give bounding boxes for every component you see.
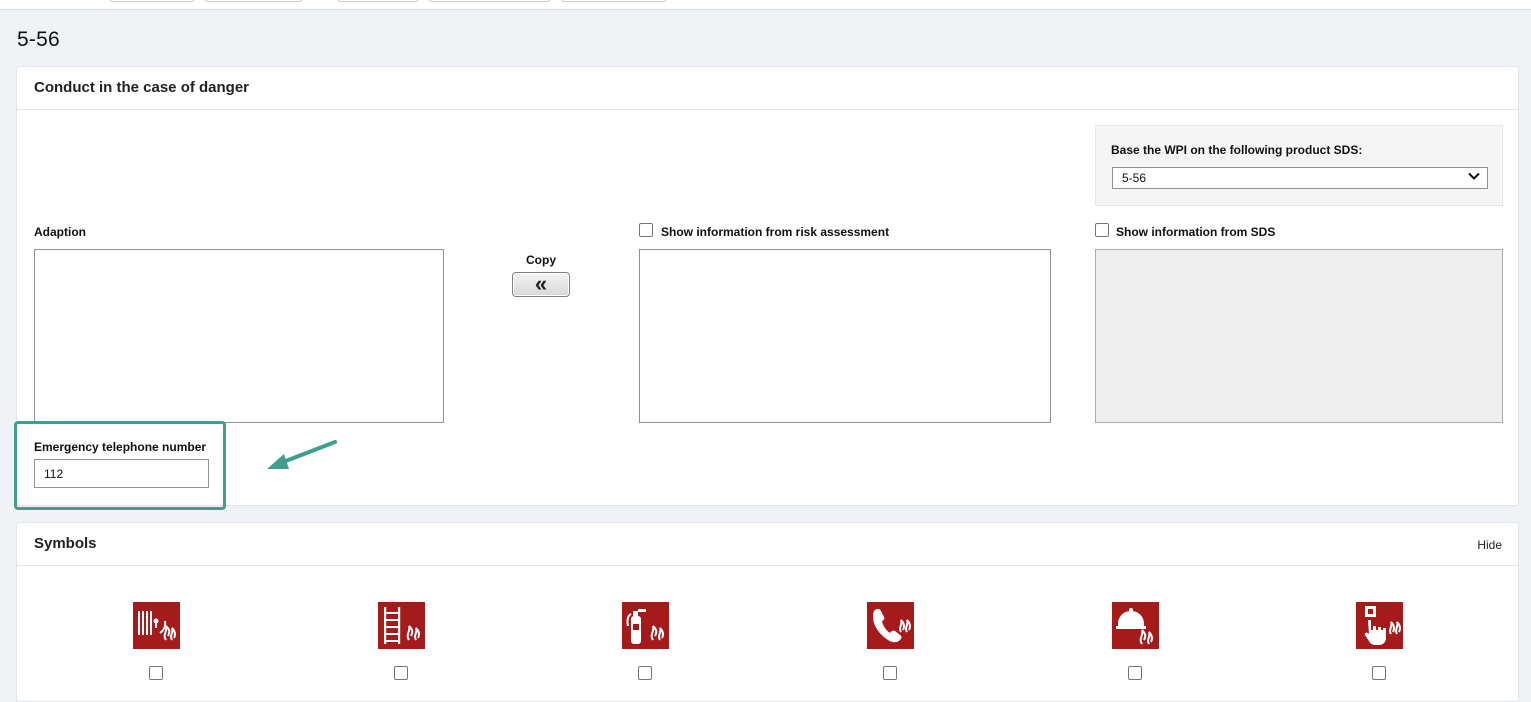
fire-hose-icon[interactable] (133, 602, 180, 649)
sds-selector-label: Base the WPI on the following product SD… (1111, 143, 1363, 157)
fire-ladder-icon[interactable] (378, 602, 425, 649)
symbol-checkbox-fire-extinguisher[interactable] (638, 666, 652, 680)
symbols-card: Symbols Hide (16, 522, 1519, 702)
symbol-checkbox-call-point[interactable] (1372, 666, 1386, 680)
sds-select-value: 5-56 (1122, 171, 1147, 185)
adaption-label: Adaption (34, 225, 86, 239)
toolbar-button[interactable] (337, 0, 419, 2)
sds-selector-panel: Base the WPI on the following product SD… (1095, 125, 1503, 206)
emergency-phone-label: Emergency telephone number (34, 440, 207, 454)
risk-assessment-textarea[interactable] (639, 249, 1051, 423)
toolbar-button[interactable] (428, 0, 551, 2)
toolbar-button[interactable] (109, 0, 195, 2)
symbol-checkbox-fire-hose[interactable] (149, 666, 163, 680)
top-toolbar (0, 0, 1531, 10)
copy-label: Copy (526, 253, 556, 267)
annotation-arrow-icon (267, 440, 337, 469)
symbols-card-header: Symbols Hide (17, 523, 1518, 566)
chevron-down-icon (1468, 172, 1480, 180)
sds-info-checkbox[interactable] (1095, 223, 1109, 237)
danger-card-title: Conduct in the case of danger (34, 79, 250, 96)
double-chevron-left-icon: « (534, 271, 548, 296)
sds-select[interactable]: 5-56 (1112, 167, 1488, 189)
symbol-checkbox-alarm-bell[interactable] (1128, 666, 1142, 680)
page-title: 5-56 (17, 28, 60, 51)
risk-assessment-checkbox[interactable] (639, 223, 653, 237)
danger-card-header: Conduct in the case of danger (17, 67, 1518, 110)
hide-symbols-link[interactable]: Hide (1477, 538, 1502, 552)
fire-alarm-bell-icon[interactable] (1112, 602, 1159, 649)
copy-button[interactable]: « (512, 272, 570, 297)
fire-emergency-phone-icon[interactable] (867, 602, 914, 649)
fire-alarm-call-point-icon[interactable] (1356, 602, 1403, 649)
danger-card: Conduct in the case of danger Base the W… (16, 66, 1519, 506)
sds-info-label: Show information from SDS (1116, 225, 1276, 239)
risk-assessment-label: Show information from risk assessment (661, 225, 890, 239)
symbol-checkbox-emergency-phone[interactable] (883, 666, 897, 680)
sds-info-textarea (1095, 249, 1503, 423)
toolbar-button[interactable] (560, 0, 667, 2)
symbol-checkbox-fire-ladder[interactable] (394, 666, 408, 680)
toolbar-button[interactable] (204, 0, 303, 2)
symbols-card-title: Symbols (34, 535, 97, 552)
adaption-textarea[interactable] (34, 249, 444, 423)
emergency-phone-input[interactable]: 112 (34, 459, 209, 488)
fire-extinguisher-icon[interactable] (622, 602, 669, 649)
